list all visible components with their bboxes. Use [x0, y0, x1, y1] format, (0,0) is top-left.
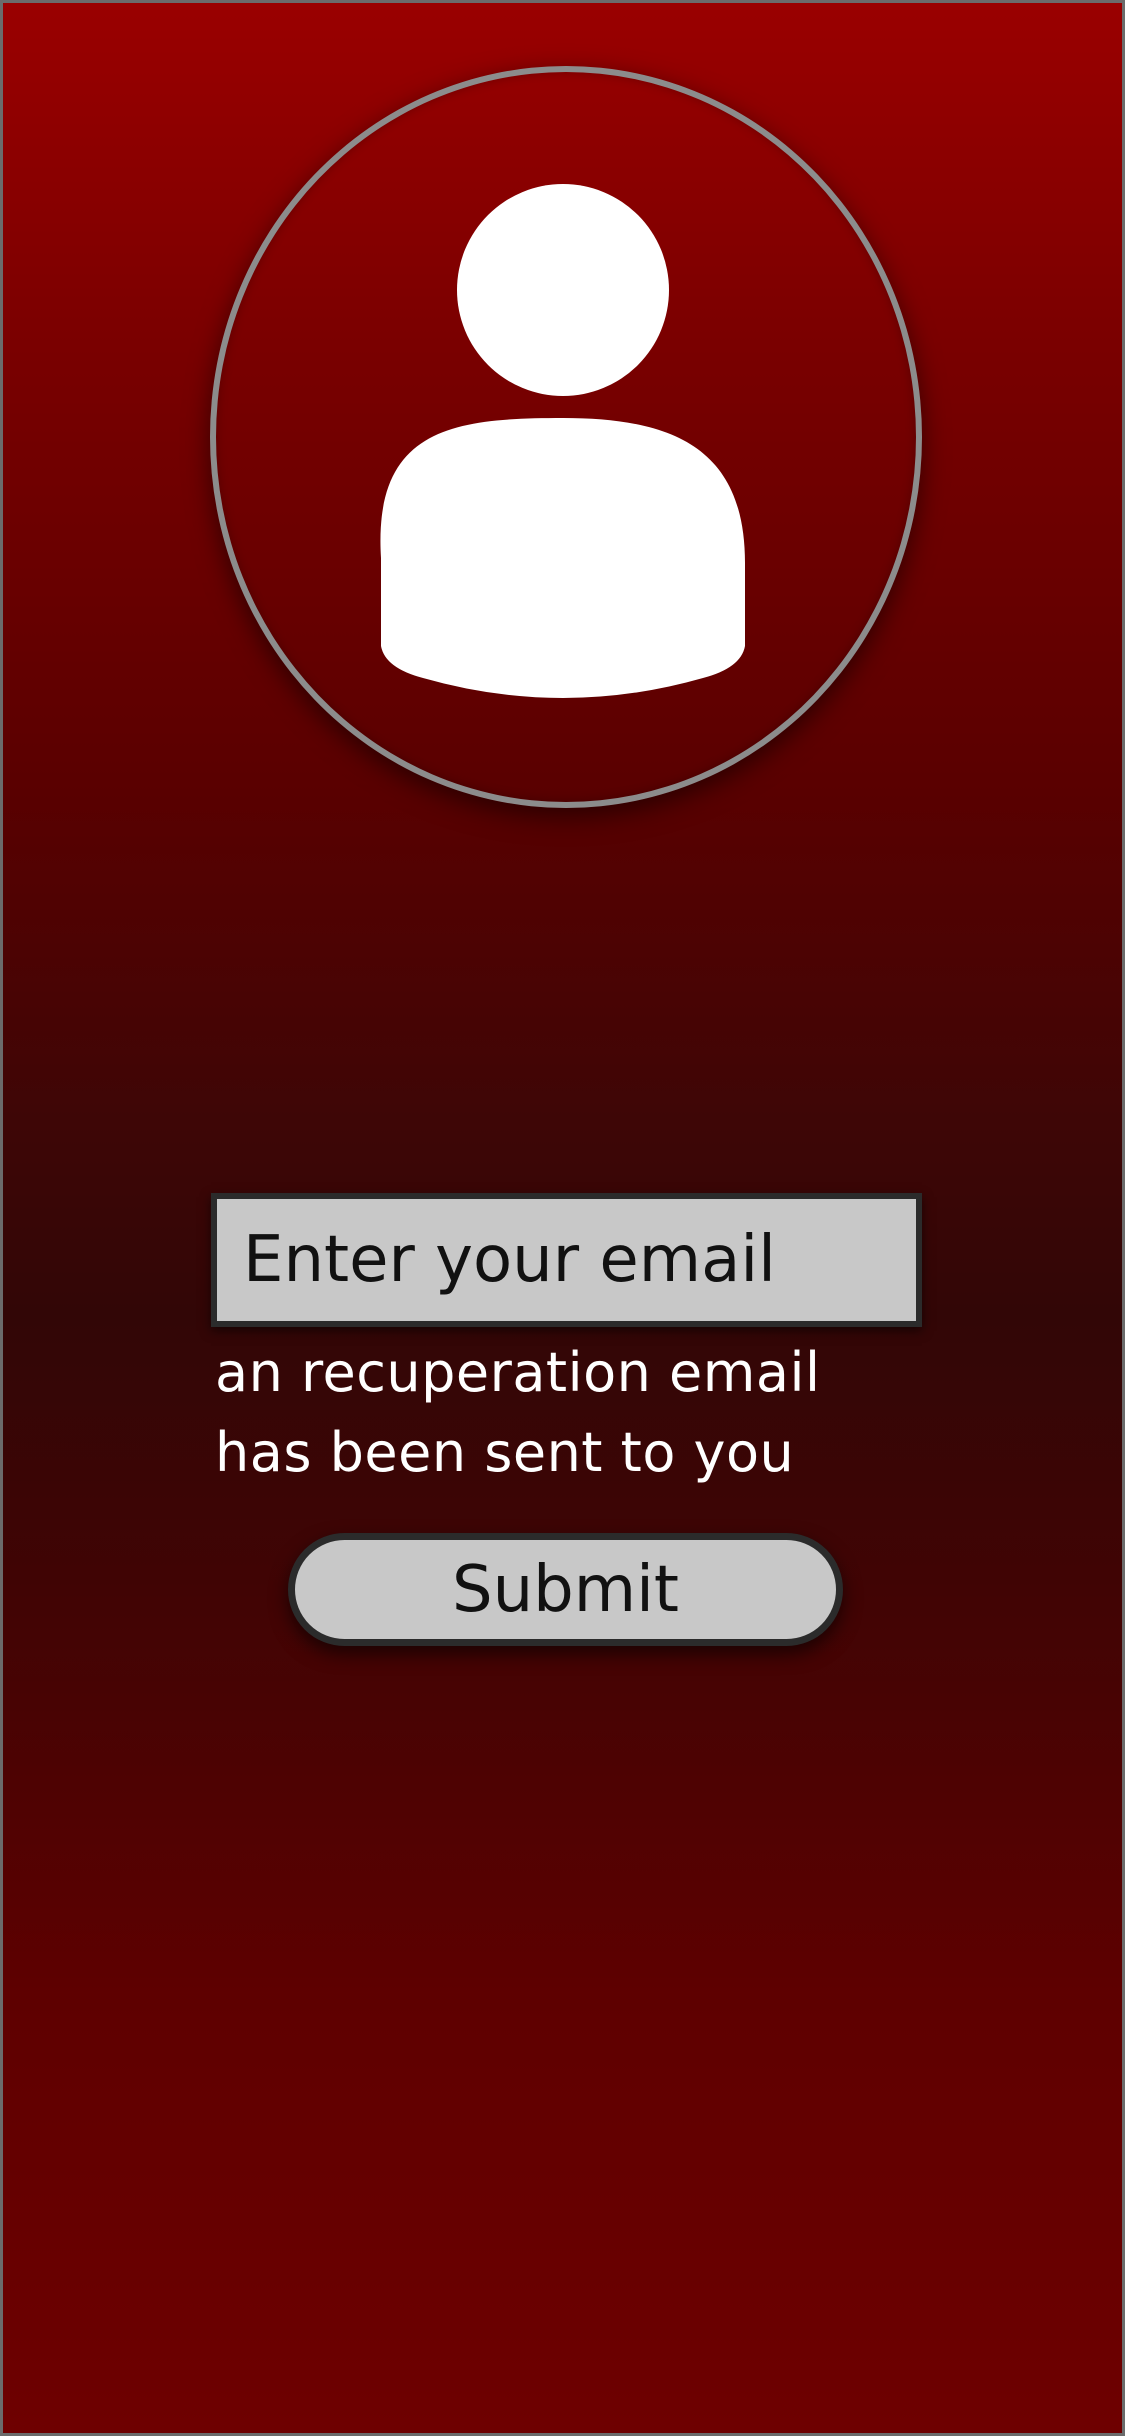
email-input[interactable] [211, 1193, 922, 1327]
status-message: an recuperation email has been sent to y… [215, 1341, 821, 1484]
user-icon-body [380, 418, 745, 698]
submit-button[interactable]: Submit [288, 1533, 843, 1646]
user-icon-head [457, 184, 669, 396]
password-recovery-screen: an recuperation email has been sent to y… [0, 0, 1125, 2436]
user-icon [380, 184, 745, 698]
